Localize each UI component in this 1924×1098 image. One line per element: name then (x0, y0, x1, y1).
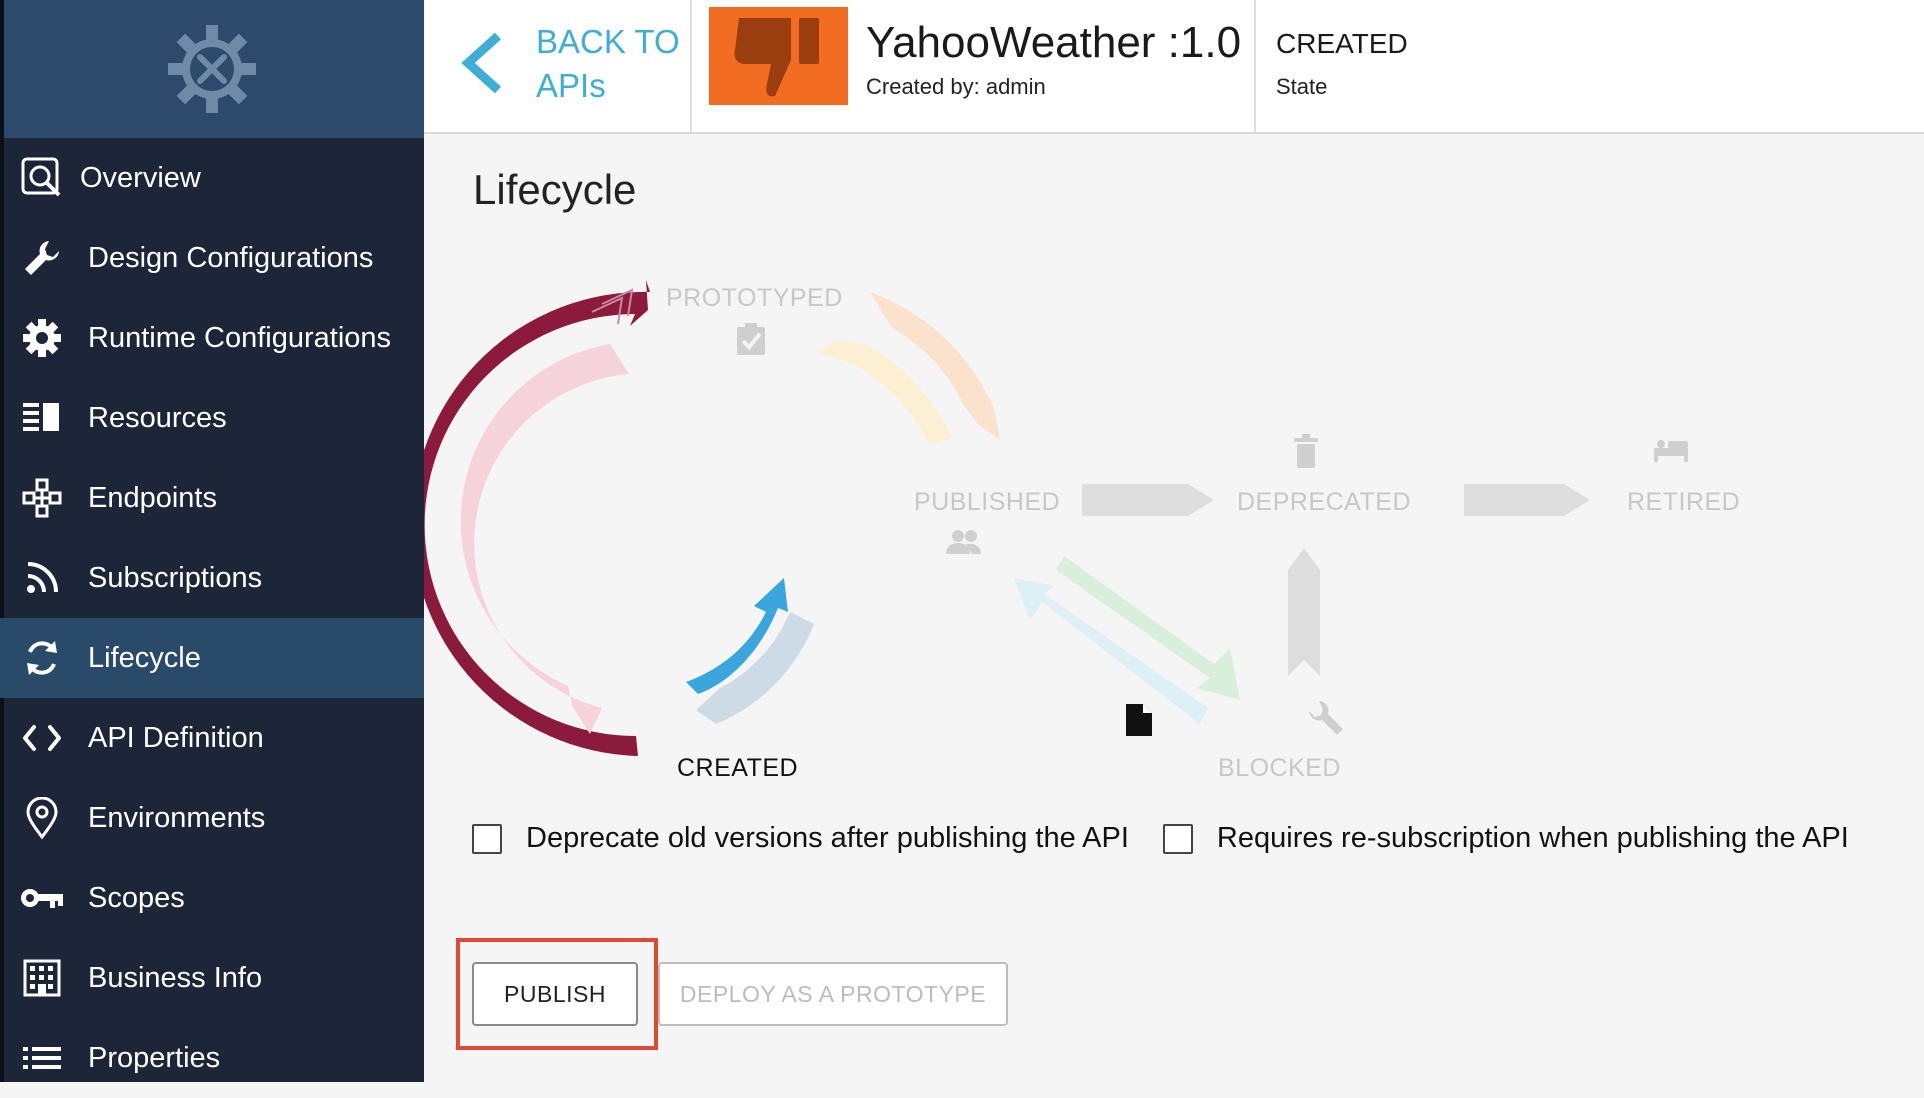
arrow-created-to-prototyped (424, 280, 650, 756)
back-line-1: BACK TO (536, 23, 680, 60)
sidebar-item-environments[interactable]: Environments (0, 778, 424, 858)
wrench-icon (20, 236, 64, 280)
api-state-value: CREATED (1276, 28, 1408, 59)
sidebar-item-label: Lifecycle (88, 641, 201, 674)
state-published: PUBLISHED (914, 488, 1061, 516)
sidebar-item-runtime-configurations[interactable]: Runtime Configurations (0, 298, 424, 378)
sidebar-item-label: Subscriptions (88, 561, 263, 594)
clipboard-check-icon (737, 323, 765, 355)
sidebar-item-design-configurations[interactable]: Design Configurations (0, 218, 424, 298)
deploy-as-prototype-button[interactable]: DEPLOY AS A PROTOTYPE (658, 962, 1008, 1026)
location-pin-icon (20, 796, 64, 840)
api-state-label: State (1276, 74, 1328, 99)
overview-icon (20, 156, 64, 200)
wrench-blocked-icon (1309, 701, 1343, 735)
sidebar-item-label: Runtime Configurations (88, 321, 392, 354)
api-created-by: Created by: admin (866, 74, 1046, 99)
key-icon (20, 876, 64, 920)
rss-icon (20, 556, 64, 600)
state-created: CREATED (677, 754, 799, 782)
sidebar-item-label: API Definition (88, 721, 264, 754)
sidebar-item-label: Business Info (88, 961, 263, 994)
back-link-text: BACK TO APIs (536, 20, 686, 108)
header-divider (1254, 0, 1256, 132)
sidebar-item-properties[interactable]: Properties (0, 1018, 424, 1098)
publish-button[interactable]: PUBLISH (472, 962, 638, 1026)
back-to-apis-link[interactable]: BACK TO APIs (424, 0, 692, 132)
sidebar-item-label: Overview (80, 161, 201, 194)
sidebar-nav: Overview Design Configurations Runtime C… (0, 138, 424, 1098)
sidebar-item-business-info[interactable]: Business Info (0, 938, 424, 1018)
back-line-2: APIs (536, 67, 606, 104)
building-icon (20, 956, 64, 1000)
sidebar-item-label: Design Configurations (88, 241, 374, 274)
users-icon (946, 530, 981, 554)
deprecate-old-versions-checkbox[interactable] (472, 823, 502, 854)
sidebar-item-label: Resources (88, 401, 227, 434)
sidebar-item-resources[interactable]: Resources (0, 378, 424, 458)
settings-logo-icon (168, 25, 256, 113)
refresh-icon (20, 636, 64, 680)
app-logo[interactable] (0, 0, 424, 138)
sidebar-item-api-definition[interactable]: API Definition (0, 698, 424, 778)
require-resubscription-label: Requires re-subscription when publishing… (1216, 822, 1849, 854)
api-header: BACK TO APIs YahooWeather :1.0 Created b… (424, 0, 1924, 134)
resources-icon (20, 396, 64, 440)
sidebar: Overview Design Configurations Runtime C… (0, 0, 424, 1082)
state-deprecated: DEPRECATED (1237, 488, 1412, 516)
sidebar-item-label: Scopes (88, 881, 185, 914)
lifecycle-arrows (424, 280, 1590, 756)
api-title: YahooWeather :1.0 (866, 18, 1242, 67)
api-thumbnail (709, 7, 848, 105)
list-icon (20, 1036, 64, 1080)
state-prototyped: PROTOTYPED (666, 284, 843, 312)
arrow-deprecated-to-retired (1464, 484, 1590, 516)
sidebar-item-label: Environments (88, 801, 266, 834)
sidebar-item-scopes[interactable]: Scopes (0, 858, 424, 938)
sidebar-item-endpoints[interactable]: Endpoints (0, 458, 424, 538)
arrow-published-to-created (696, 612, 814, 724)
state-blocked: BLOCKED (1218, 754, 1341, 782)
require-resubscription-checkbox[interactable] (1162, 823, 1193, 854)
lifecycle-diagram: PROTOTYPED PUBLISHED DEPRECATED RETIRED … (424, 240, 1924, 800)
state-retired: RETIRED (1627, 488, 1741, 516)
lifecycle-options: Deprecate old versions after publishing … (472, 822, 1849, 855)
sidebar-item-label: Properties (88, 1041, 221, 1074)
bed-icon (1654, 440, 1688, 462)
sidebar-item-overview[interactable]: Overview (0, 138, 424, 218)
document-icon (1126, 704, 1152, 736)
gear-icon (20, 316, 64, 360)
deprecate-old-versions-label: Deprecate old versions after publishing … (526, 822, 1129, 854)
arrow-published-to-deprecated (1082, 484, 1214, 516)
trash-icon (1294, 434, 1318, 468)
page-title: Lifecycle (473, 166, 637, 213)
endpoints-icon (20, 476, 64, 520)
chevron-left-icon (461, 32, 502, 94)
code-icon (20, 716, 64, 760)
thumbs-down-icon (733, 18, 819, 97)
sidebar-item-subscriptions[interactable]: Subscriptions (0, 538, 424, 618)
sidebar-item-label: Endpoints (88, 481, 217, 514)
arrow-blocked-to-deprecated (1288, 548, 1320, 676)
sidebar-item-lifecycle[interactable]: Lifecycle (0, 618, 424, 698)
